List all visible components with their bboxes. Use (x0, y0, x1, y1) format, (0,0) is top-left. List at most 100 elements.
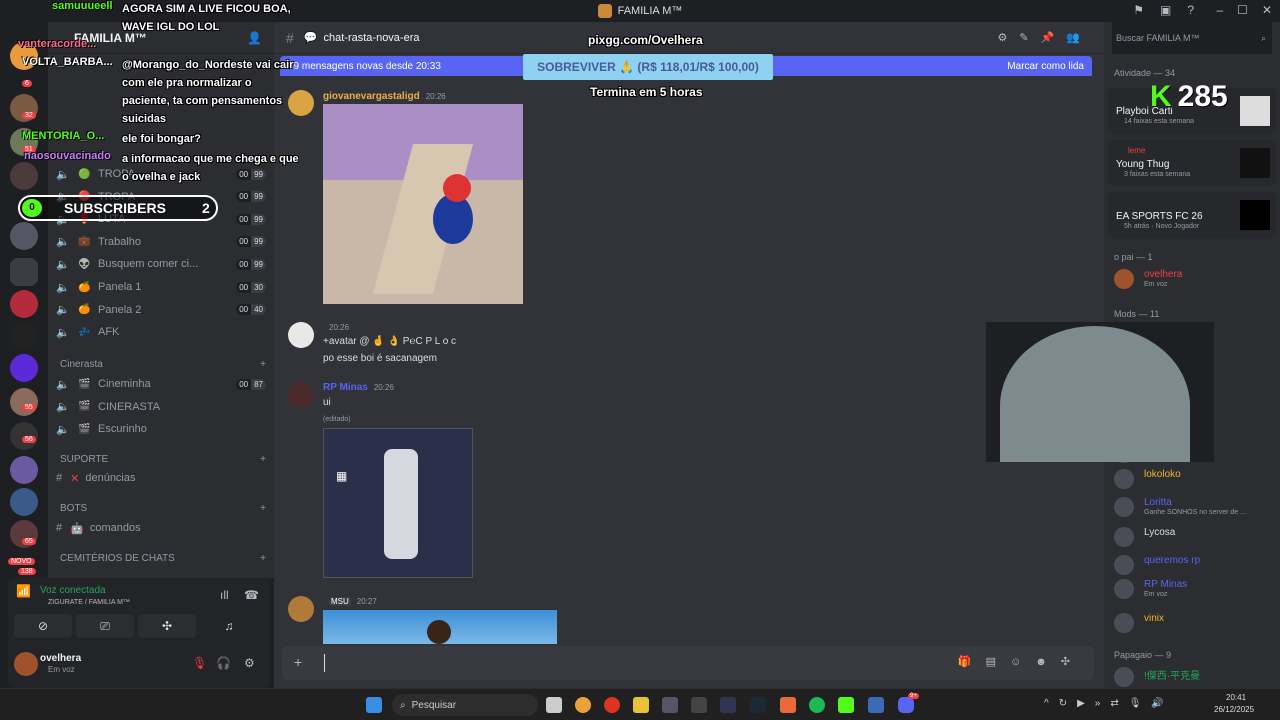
avatar[interactable] (288, 596, 314, 622)
text-channel[interactable]: # 🤖 comandos (56, 518, 266, 538)
message-composer[interactable]: + 🎁▤☺☻✣ (282, 646, 1094, 680)
voice-channel[interactable]: 🔈 💼 Trabalho 00 99 (56, 232, 266, 252)
app-icon[interactable] (662, 697, 678, 713)
voice-channel[interactable]: 🔈 💤 AFK (56, 322, 266, 342)
member-status: Ganhe SONHOS no server de ... (1144, 509, 1246, 516)
channel-category[interactable]: BOTS + (60, 503, 266, 514)
activities-button[interactable]: ✣ (138, 614, 196, 638)
settings-icon[interactable]: ⚙ (244, 656, 255, 670)
voice-channel[interactable]: 🔈 🎬 CINERASTA (56, 397, 266, 417)
screenshare-button[interactable]: ⎚ (76, 614, 134, 638)
discord-icon[interactable] (898, 697, 914, 713)
message-author[interactable]: MSU 20:27 (323, 596, 377, 607)
voice-channel[interactable]: 🔈 🍊 Panela 1 00 30 (56, 277, 266, 297)
folder-icon[interactable] (633, 697, 649, 713)
header-icons[interactable]: ⚙✎📌👥 (998, 31, 1092, 44)
disconnect-icon[interactable]: ☎ (244, 588, 259, 602)
search-input[interactable]: Buscar FAMILIA M™ (1116, 33, 1200, 43)
message-author[interactable]: 20:26 (323, 322, 349, 333)
member-item[interactable]: vinix (1114, 610, 1274, 636)
channel-category[interactable]: SUPORTE + (60, 454, 266, 465)
server-badge: 6 (22, 80, 32, 87)
member-item[interactable]: queremos rp (1114, 552, 1274, 578)
windows-start-icon[interactable] (366, 697, 382, 713)
screen-icon[interactable]: ▣ (1160, 3, 1171, 17)
image-attachment[interactable] (323, 610, 557, 644)
task-view-icon[interactable] (546, 697, 562, 713)
tray-icons[interactable]: ^↻▶»⇄🎙🔊 (1044, 698, 1174, 709)
avatar[interactable] (288, 382, 314, 408)
channel-category[interactable]: CEMITÉRIOS DE CHATS + (60, 553, 266, 564)
taskbar-search[interactable]: ⌕ Pesquisar (392, 694, 538, 716)
text-channel[interactable]: # ✕ denúncias (56, 468, 266, 488)
add-channel-icon[interactable]: + (260, 553, 266, 564)
member-item[interactable]: !傑西·平克曼 (1114, 664, 1274, 690)
voice-channel[interactable]: 🔈 🎬 Escurinho (56, 419, 266, 439)
message-time: 20:26 (373, 383, 394, 392)
server-badge: 65 (22, 538, 36, 545)
member-search[interactable]: Buscar FAMILIA M™ ⌕ (1112, 22, 1272, 54)
server-icon-6[interactable] (10, 388, 38, 416)
message-time: 20:26 (425, 92, 446, 101)
clock-time[interactable]: 20:41 (1226, 693, 1246, 702)
opera-icon[interactable] (604, 697, 620, 713)
activity-card[interactable]: leme Young Thug 3 faixas esta semana (1108, 140, 1276, 186)
camera-off-button[interactable]: ⊘ (14, 614, 72, 638)
app-icon[interactable] (691, 697, 707, 713)
message-author[interactable]: giovanevargastaligd 20:26 (323, 91, 446, 102)
mark-read-button[interactable]: Marcar como lida (1007, 61, 1084, 72)
voice-channel[interactable]: 🔈 🎬 Cineminha 00 87 (56, 374, 266, 394)
speaker-icon: 🔈 (56, 304, 70, 317)
app-icon[interactable] (720, 697, 736, 713)
server-icon-5[interactable] (10, 222, 38, 250)
minimize-button[interactable]: – (1216, 3, 1223, 17)
avatar[interactable] (288, 322, 314, 348)
kick-icon[interactable] (838, 697, 854, 713)
chrome-icon[interactable] (575, 697, 591, 713)
server-icon-4[interactable] (10, 162, 38, 190)
soundboard-button[interactable]: ♫ (200, 614, 258, 638)
inbox-icon[interactable]: ⚑ (1133, 3, 1144, 17)
clock-date[interactable]: 26/12/2025 (1214, 705, 1254, 714)
help-icon[interactable]: ? (1187, 3, 1194, 17)
deafen-icon[interactable]: 🎧 (216, 656, 231, 670)
app-icon[interactable] (868, 697, 884, 713)
steam-icon[interactable] (750, 697, 766, 713)
composer-icons[interactable]: 🎁▤☺☻✣ (958, 655, 1084, 668)
hex-server-icon[interactable] (10, 322, 38, 350)
avatar[interactable] (14, 652, 38, 676)
message-author[interactable]: RP Minas 20:26 (323, 382, 394, 393)
voice-channel-name[interactable]: ZIGURATE / FAMILIA M™ (48, 599, 130, 606)
channel-category[interactable]: Cinerasta + (60, 359, 266, 370)
add-channel-icon[interactable]: + (260, 503, 266, 514)
add-channel-icon[interactable]: + (260, 454, 266, 465)
voice-channel[interactable]: 🔈 👽 Busquem comer ci... 00 99 (56, 254, 266, 274)
server-icon-9[interactable] (10, 488, 38, 516)
maximize-button[interactable]: ☐ (1237, 3, 1248, 17)
close-button[interactable]: ✕ (1262, 3, 1272, 17)
member-item[interactable]: Loritta Ganhe SONHOS no server de ... (1114, 494, 1274, 520)
video-thumbnail[interactable]: ▦ (323, 428, 473, 578)
brave-icon[interactable] (780, 697, 796, 713)
activity-header: Atividade — 34 (1114, 68, 1176, 78)
spotify-icon[interactable] (809, 697, 825, 713)
member-item[interactable]: Lycosa (1114, 524, 1274, 550)
add-channel-icon[interactable]: + (260, 359, 266, 370)
mute-icon[interactable]: 🎙 (192, 656, 207, 670)
member-name: queremos rp (1144, 555, 1201, 566)
server-icon-8[interactable] (10, 456, 38, 484)
folder-icon[interactable] (10, 258, 38, 286)
opera-server-icon[interactable] (10, 290, 38, 318)
member-item[interactable]: ovelhera Em voz (1114, 266, 1274, 292)
noise-icon[interactable]: ıll (220, 588, 229, 602)
add-attachment-icon[interactable]: + (294, 654, 302, 670)
member-item[interactable]: lokoloko (1114, 466, 1274, 492)
user-limit: 00 99 (236, 236, 266, 248)
voice-channel[interactable]: 🔈 🍊 Panela 2 00 40 (56, 300, 266, 320)
activity-card[interactable]: EA SPORTS FC 26 5h atrás · Novo Jogador (1108, 192, 1276, 238)
woodpecker-gif[interactable] (323, 104, 523, 304)
member-item[interactable]: RP Minas Em voz (1114, 576, 1274, 602)
activity-sub: 3 faixas esta semana (1124, 171, 1191, 178)
shield-server-icon[interactable] (10, 354, 38, 382)
subscribers-bar: 0 SUBSCRIBERS 2 (18, 195, 218, 221)
